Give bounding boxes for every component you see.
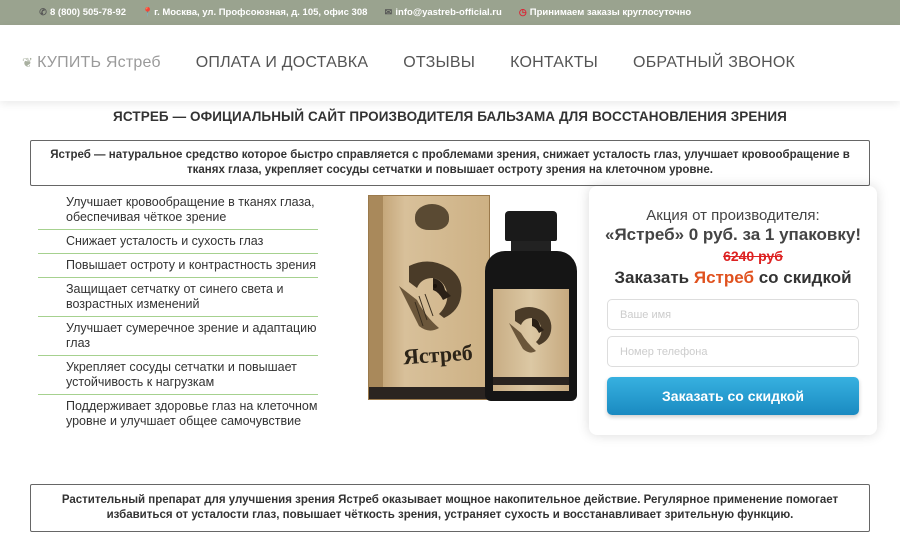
old-price: 6240 руб [723,248,783,264]
benefits-list: Улучшает кровообращение в тканях глаза, … [38,191,318,433]
nav-item-contacts[interactable]: КОНТАКТЫ [510,54,598,72]
nav-item-buy[interactable]: ❦ КУПИТЬ Ястреб [22,54,161,72]
phone-text: 8 (800) 505-78-92 [50,7,127,18]
benefit-item: Поддерживает здоровье глаз на клеточном … [66,399,318,428]
order-title: Заказать Ястреб со скидкой [589,268,877,288]
envelope-icon: ✉ [384,7,393,17]
promo-line-2: «Ястреб» 0 руб. за 1 упаковку! [605,225,861,244]
nav-item-label: КУПИТЬ Ястреб [37,54,161,71]
nav-item-reviews[interactable]: ОТЗЫВЫ [403,54,475,72]
benefit-item: Укрепляет сосуды сетчатки и повышает уст… [38,356,318,395]
benefit-item: Защищает сетчатку от синего света и возр… [38,278,318,317]
top-info-bar: ✆ 8 (800) 505-78-92 📍 г. Москва, ул. Про… [0,0,900,25]
benefit-item: Повышает остроту и контрастность зрения [38,254,318,278]
location-pin-icon: 📍 [142,7,154,17]
main-section: Улучшает кровообращение в тканях глаза, … [0,186,900,532]
order-title-accent: Ястреб [693,268,754,287]
order-title-suffix: со скидкой [753,268,852,287]
clock-icon: ◷ [518,7,527,17]
benefit-item: Снижает усталость и сухость глаз [38,230,318,254]
nav-item-label: ОБРАТНЫЙ ЗВОНОК [633,54,796,71]
nav-item-callback[interactable]: ОБРАТНЫЙ ЗВОНОК [633,54,795,72]
label-bar [493,377,569,385]
bottle-cap [505,211,557,241]
product-bottle [485,211,577,403]
name-input[interactable] [607,299,859,330]
nav-item-label: ОПЛАТА И ДОСТАВКА [195,54,369,71]
phone-icon: ✆ [39,7,47,17]
nav-item-label: ОТЗЫВЫ [403,54,476,71]
box-product-name: Ястреб [402,339,474,370]
email-text: info@yastreb-official.ru [395,7,502,18]
box-side-panel [369,196,383,399]
eagle-label-icon [509,307,552,353]
intro-box: Ястреб — натуральное средство которое бы… [30,140,870,186]
main-nav: ❦ КУПИТЬ Ястреб ОПЛАТА И ДОСТАВКА ОТЗЫВЫ… [0,25,900,101]
phone-info[interactable]: ✆ 8 (800) 505-78-92 [38,7,126,18]
hours-text: Принимаем заказы круглосуточно [529,7,692,18]
benefit-item: Улучшает сумеречное зрение и адаптацию г… [38,317,318,356]
outro-box: Растительный препарат для улучшения зрен… [30,484,870,532]
page-title: ЯСТРЕБ — ОФИЦИАЛЬНЫЙ САЙТ ПРОИЗВОДИТЕЛЯ … [113,109,787,124]
order-form-card: Акция от производителя: «Ястреб» 0 руб. … [589,186,877,435]
product-box: Ястреб [368,195,490,400]
hours-info: ◷ Принимаем заказы круглосуточно [518,7,691,18]
order-submit-button[interactable]: Заказать со скидкой [607,377,859,415]
nav-item-payment-delivery[interactable]: ОПЛАТА И ДОСТАВКА [196,54,368,72]
order-title-prefix: Заказать [614,268,694,287]
nav-item-label: КОНТАКТЫ [510,54,599,71]
benefit-item: Улучшает кровообращение в тканях глаза, … [38,191,318,230]
leaf-icon: ❦ [22,55,34,70]
phone-input[interactable] [607,336,859,367]
address-info: 📍 г. Москва, ул. Профсоюзная, д. 105, оф… [142,7,367,18]
brand-badge-icon [415,204,449,230]
promo-line-1: Акция от производителя: [646,207,820,224]
eagle-illustration-icon [399,261,462,331]
product-image: Ястреб [368,193,578,403]
bottle-label [493,289,569,391]
box-bottom-band [369,387,489,399]
email-info[interactable]: ✉ info@yastreb-official.ru [383,7,502,18]
address-text: г. Москва, ул. Профсоюзная, д. 105, офис… [154,7,368,18]
